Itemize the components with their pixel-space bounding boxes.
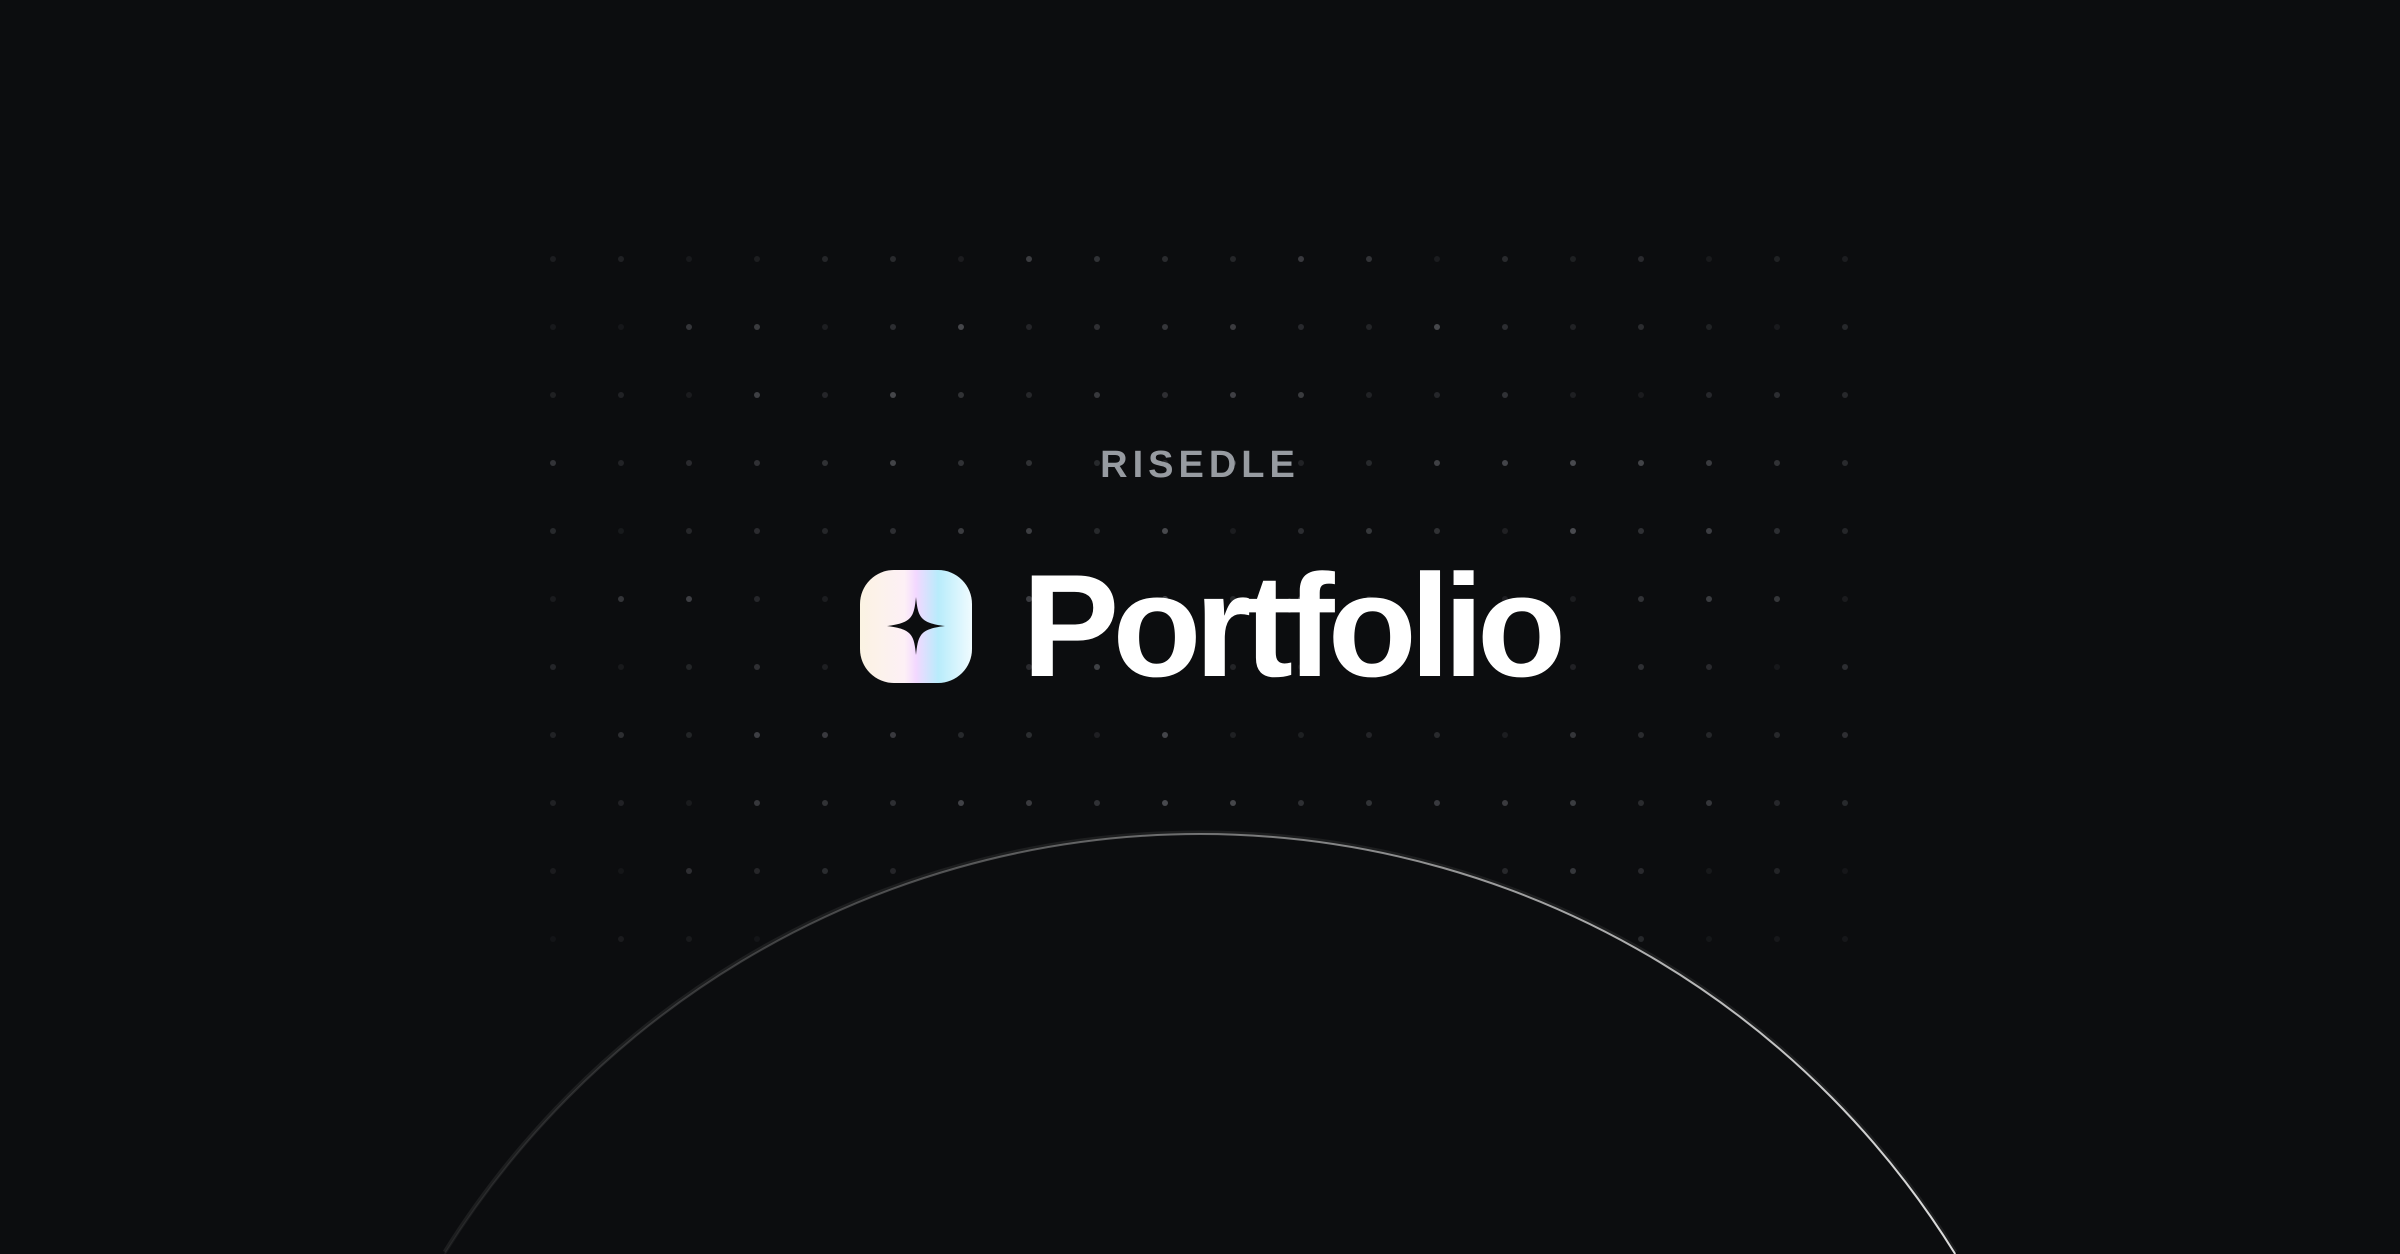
brand-name: RISEDLE bbox=[1100, 444, 1300, 486]
app-icon bbox=[860, 569, 972, 683]
horizon-arc-fill bbox=[444, 834, 1956, 1254]
hero-logo: Portfolio bbox=[860, 553, 1566, 699]
page-title: Portfolio bbox=[1022, 544, 1566, 707]
sparkle-icon bbox=[887, 597, 945, 655]
